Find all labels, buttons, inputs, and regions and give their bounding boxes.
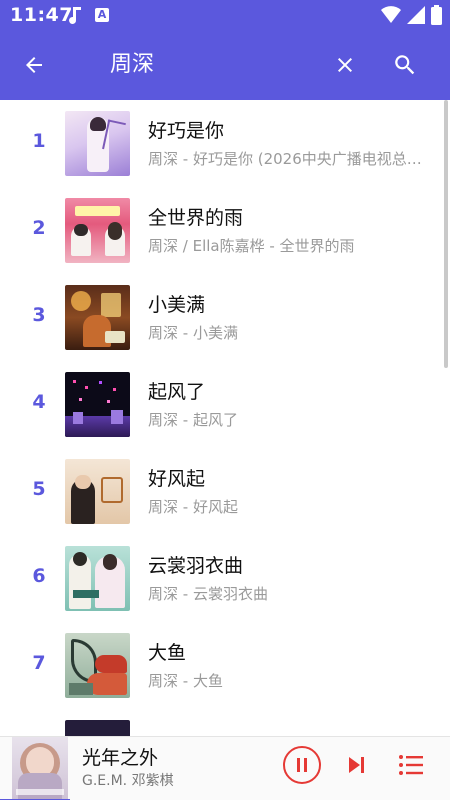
song-title: 好巧是你: [148, 120, 225, 142]
song-rank: 7: [32, 652, 46, 674]
list-scrollbar[interactable]: [444, 100, 448, 368]
status-icons: [381, 5, 442, 25]
search-button[interactable]: [387, 47, 423, 83]
song-title: 云裳羽衣曲: [148, 555, 244, 577]
pause-icon: [297, 758, 307, 772]
song-row[interactable]: 5 好风起 周深 - 好风起: [0, 448, 445, 535]
play-queue-button[interactable]: [395, 749, 427, 781]
album-cover: [65, 459, 130, 524]
skip-next-icon: [349, 757, 364, 773]
mini-player[interactable]: 光年之外 G.E.M. 邓紫棋: [0, 736, 450, 800]
song-subtitle: 周深 - 起风了: [148, 411, 238, 429]
song-rank: 4: [32, 391, 46, 413]
song-title: 起风了: [148, 381, 206, 403]
song-row[interactable]: 7 大鱼 周深 - 大鱼: [0, 622, 445, 709]
player-song-title: 光年之外: [82, 747, 159, 769]
song-row[interactable]: 6 云裳羽衣曲 周深 - 云裳羽衣曲: [0, 535, 445, 622]
song-subtitle: 周深 - 小美满: [148, 324, 238, 342]
status-time: 11:47: [10, 4, 73, 26]
song-row[interactable]: 2 全世界的雨 周深 / Ella陈嘉桦 - 全世界的雨: [0, 187, 445, 274]
arrow-back-icon: [26, 57, 42, 73]
song-title: 全世界的雨: [148, 207, 244, 229]
song-rank: 1: [32, 130, 46, 152]
back-button[interactable]: [16, 47, 52, 83]
player-artist: G.E.M. 邓紫棋: [82, 773, 174, 789]
search-query-text[interactable]: 周深: [110, 50, 154, 80]
next-track-button[interactable]: [340, 749, 372, 781]
close-icon: [338, 58, 352, 72]
song-rank: 6: [32, 565, 46, 587]
signal-icon: [407, 6, 425, 24]
pause-button[interactable]: [283, 746, 321, 784]
song-list[interactable]: 1 好巧是你 周深 - 好巧是你 (2026中央广播电视总台春节联欢晚会) 2 …: [0, 100, 450, 736]
music-note-icon: [69, 7, 81, 24]
album-cover: [65, 720, 130, 736]
album-cover: [65, 546, 130, 611]
album-cover: [65, 372, 130, 437]
song-subtitle: 周深 - 好巧是你 (2026中央广播电视总台春节联欢晚会): [148, 150, 433, 168]
wifi-icon: [381, 6, 401, 23]
album-cover: [65, 633, 130, 698]
song-rank: 5: [32, 478, 46, 500]
song-row[interactable]: 1 好巧是你 周深 - 好巧是你 (2026中央广播电视总台春节联欢晚会): [0, 100, 445, 187]
queue-list-icon: [399, 755, 423, 775]
status-bar: 11:47 A: [0, 0, 450, 30]
song-subtitle: 周深 - 云裳羽衣曲: [148, 585, 268, 603]
song-title: 小美满: [148, 294, 206, 316]
album-cover: [65, 285, 130, 350]
song-title: 大鱼: [148, 642, 187, 664]
song-row[interactable]: [0, 709, 445, 736]
search-icon: [395, 55, 415, 75]
song-subtitle: 周深 - 大鱼: [148, 672, 223, 690]
song-rank: 2: [32, 217, 46, 239]
song-subtitle: 周深 / Ella陈嘉桦 - 全世界的雨: [148, 237, 355, 255]
app-bar: 周深: [0, 30, 450, 100]
song-row[interactable]: 3 小美满 周深 - 小美满: [0, 274, 445, 361]
album-cover: [65, 111, 130, 176]
song-row[interactable]: 4 起风了 周深 - 起风了: [0, 361, 445, 448]
song-rank: 3: [32, 304, 46, 326]
player-album-cover: [12, 737, 68, 799]
clear-search-button[interactable]: [327, 47, 363, 83]
song-subtitle: 周深 - 好风起: [148, 498, 238, 516]
album-cover: [65, 198, 130, 263]
accessibility-a-icon: A: [95, 8, 109, 22]
song-title: 好风起: [148, 468, 206, 490]
battery-icon: [431, 5, 442, 25]
